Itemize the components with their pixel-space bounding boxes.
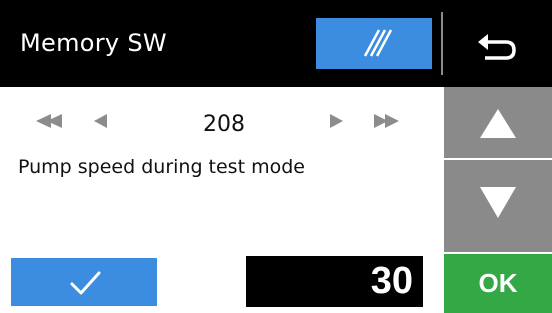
- checkmark-icon: [70, 271, 101, 295]
- memory-sw-screen: Memory SW 208 Pump speed during test mod…: [0, 0, 552, 313]
- setting-value-display: 30: [246, 256, 423, 307]
- up-triangle-icon: [480, 109, 516, 138]
- mode-button[interactable]: [316, 18, 432, 69]
- item-number: 208: [203, 112, 245, 137]
- decrement-button[interactable]: [444, 160, 552, 252]
- next-page-button[interactable]: [328, 108, 358, 134]
- previous-page-button[interactable]: [94, 108, 124, 134]
- left-arrow-icon: [94, 114, 107, 128]
- right-arrow-icon: [330, 114, 343, 128]
- double-right-arrow-icon: [374, 114, 399, 128]
- diagonal-lines-icon: [363, 29, 393, 57]
- down-triangle-icon: [480, 187, 516, 218]
- ok-button[interactable]: OK: [444, 254, 552, 313]
- last-page-button[interactable]: [368, 108, 408, 134]
- first-page-button[interactable]: [34, 108, 74, 134]
- return-arrow-icon: [478, 34, 516, 60]
- header-divider: [441, 12, 443, 75]
- page-title: Memory SW: [20, 29, 167, 57]
- double-left-arrow-icon: [36, 114, 62, 128]
- header-bar: Memory SW: [0, 0, 552, 87]
- increment-button[interactable]: [444, 87, 552, 158]
- confirm-check-button[interactable]: [11, 258, 157, 306]
- back-button[interactable]: [455, 14, 545, 72]
- setting-description: Pump speed during test mode: [18, 156, 305, 178]
